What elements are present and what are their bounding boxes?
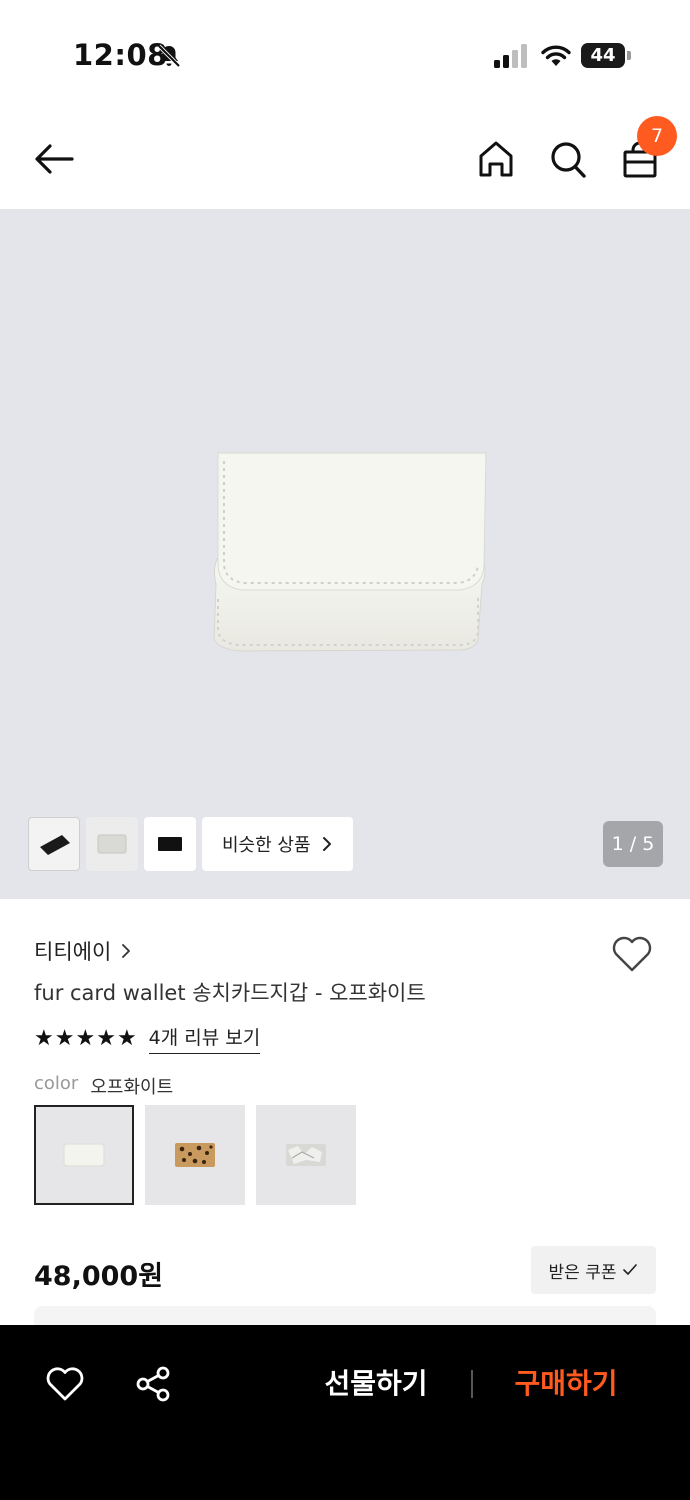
product-name: fur card wallet 송치카드지갑 - 오프화이트	[34, 981, 426, 1005]
fur-card-wallet-image	[213, 452, 487, 652]
top-nav	[0, 110, 690, 209]
search-icon[interactable]	[548, 138, 588, 180]
received-coupon-button[interactable]: 받은 쿠폰	[531, 1246, 656, 1294]
rating-stars: ★ ★ ★ ★ ★	[34, 1025, 137, 1051]
similar-products-button[interactable]: 비슷한 상품	[202, 817, 353, 871]
thumbnail-3[interactable]	[144, 817, 196, 871]
arrow-left-icon[interactable]	[30, 138, 78, 180]
thumbnail-2[interactable]	[86, 817, 138, 871]
product-rating: ★ ★ ★ ★ ★ 4개 리뷰 보기	[34, 1023, 261, 1054]
heart-icon[interactable]	[45, 1365, 85, 1403]
heart-icon[interactable]	[610, 934, 654, 974]
chevron-right-icon	[322, 837, 331, 851]
chevron-right-icon	[122, 944, 131, 958]
star-icon: ★	[34, 1025, 54, 1051]
bell-slash-icon	[157, 44, 181, 68]
black-card-thumbnail	[158, 837, 182, 851]
silver-wallet-swatch	[286, 1144, 326, 1166]
brand-link[interactable]: 티티에이	[34, 936, 131, 966]
product-price: 48,000원	[34, 1261, 164, 1292]
bottom-action-bar: 선물하기 구매하기	[0, 1325, 690, 1500]
swatch-silver[interactable]	[256, 1105, 356, 1205]
color-swatches	[34, 1105, 356, 1205]
cart-count-badge: 7	[637, 116, 677, 156]
thumbnail-1[interactable]	[28, 817, 80, 871]
coupon-label: 받은 쿠폰	[548, 1262, 617, 1283]
home-icon[interactable]	[476, 138, 516, 180]
product-image-gallery[interactable]: 비슷한 상품 1 / 5	[0, 209, 690, 899]
leopard-wallet-swatch	[175, 1143, 215, 1167]
wifi-icon	[541, 45, 571, 66]
buy-button[interactable]: 구매하기	[500, 1363, 632, 1405]
status-time: 12:08	[73, 38, 168, 72]
gift-button[interactable]: 선물하기	[310, 1363, 442, 1405]
black-wallet-thumbnail	[40, 835, 70, 855]
star-icon: ★	[54, 1025, 75, 1051]
thumbnail-strip: 비슷한 상품	[28, 817, 353, 871]
color-selection-row: color 오프화이트	[34, 1073, 173, 1099]
color-label: color	[34, 1073, 79, 1094]
image-page-indicator: 1 / 5	[603, 821, 663, 867]
brand-name: 티티에이	[34, 940, 112, 964]
star-icon: ★	[116, 1025, 137, 1051]
battery-level: 44	[581, 43, 625, 68]
star-icon: ★	[75, 1025, 96, 1051]
status-bar: 12:08 44	[0, 0, 690, 110]
button-divider	[471, 1370, 473, 1398]
star-icon: ★	[96, 1025, 116, 1051]
similar-products-label: 비슷한 상품	[222, 835, 311, 856]
white-wallet-thumbnail	[97, 834, 127, 854]
swatch-leopard[interactable]	[145, 1105, 245, 1205]
battery-icon: 44	[581, 43, 631, 68]
offwhite-wallet-swatch	[63, 1143, 105, 1167]
checkmark-icon	[623, 1264, 638, 1275]
review-link[interactable]: 4개 리뷰 보기	[148, 1023, 261, 1054]
swatch-offwhite[interactable]	[34, 1105, 134, 1205]
color-value: 오프화이트	[90, 1077, 174, 1098]
share-icon[interactable]	[134, 1365, 172, 1403]
cellular-signal-icon	[494, 44, 527, 68]
